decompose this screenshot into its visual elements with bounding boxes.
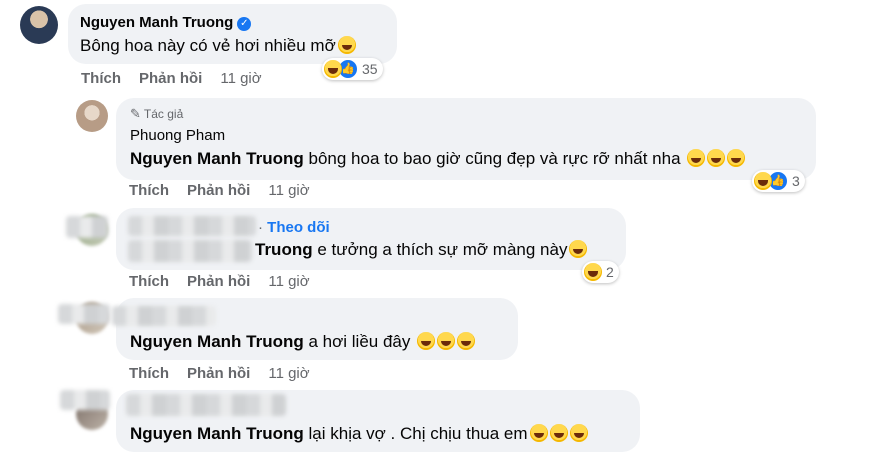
comment-author[interactable]: Nguyen Manh Truong ✓ — [80, 14, 252, 31]
author-badge: ✎ Tác giả — [130, 106, 183, 122]
comment-body: lại khịa vợ . Chị chịu thua em — [303, 424, 528, 443]
redacted-name — [112, 306, 216, 326]
emoji-icon — [687, 149, 706, 167]
emoji-icon — [707, 149, 726, 167]
reactions-summary[interactable]: 2 — [582, 261, 619, 283]
reply-button[interactable]: Phản hồi — [187, 365, 250, 382]
emoji-icon — [529, 424, 548, 442]
like-button[interactable]: Thích — [129, 273, 169, 290]
reaction-count: 2 — [606, 264, 614, 280]
comment-actions: Thích Phản hồi 11 giờ — [129, 182, 310, 199]
emoji-icon — [549, 424, 568, 442]
comment-actions: Thích Phản hồi 11 giờ — [129, 273, 310, 290]
redacted-block — [60, 390, 110, 410]
redacted-name — [128, 216, 256, 236]
timestamp[interactable]: 11 giờ — [268, 182, 309, 199]
haha-icon — [324, 60, 342, 78]
avatar[interactable] — [76, 100, 108, 132]
reactions-summary[interactable]: 👍 3 — [752, 170, 805, 192]
comment-author[interactable]: Phuong Pham — [130, 127, 225, 144]
comment-body: bông hoa to bao giờ cũng đẹp và rực rỡ n… — [303, 149, 681, 168]
reply-button[interactable]: Phản hồi — [139, 70, 202, 87]
like-button[interactable]: Thích — [129, 182, 169, 199]
comment-actions: Thích Phản hồi 11 giờ — [81, 70, 262, 87]
comment-text: Truong e tưởng a thích sự mỡ màng này — [255, 240, 588, 260]
follow-link[interactable]: · Theo dõi — [258, 219, 330, 236]
mention-link[interactable]: Nguyen Manh Truong — [130, 424, 304, 443]
like-button[interactable]: Thích — [81, 70, 121, 87]
comment-body: e tưởng a thích sự mỡ màng này — [312, 240, 568, 259]
redacted-block — [58, 304, 110, 324]
like-button[interactable]: Thích — [129, 365, 169, 382]
haha-icon — [754, 172, 772, 190]
emoji-icon — [569, 240, 588, 258]
reactions-summary[interactable]: 👍 35 — [322, 58, 383, 80]
comment-actions: Thích Phản hồi 11 giờ — [129, 365, 310, 382]
emoji-icon — [437, 332, 456, 350]
comment-text: Bông hoa này có vẻ hơi nhiều mỡ — [80, 36, 356, 56]
emoji-icon — [727, 149, 746, 167]
emoji-icon — [337, 36, 356, 54]
mention-link[interactable]: Truong — [255, 240, 313, 259]
comment-text: Nguyen Manh Truong bông hoa to bao giờ c… — [130, 149, 746, 169]
mention-link[interactable]: Nguyen Manh Truong — [130, 149, 304, 168]
comment-body: a hơi liều đây — [303, 332, 411, 351]
timestamp[interactable]: 11 giờ — [220, 70, 261, 87]
author-badge-label: Tác giả — [143, 107, 184, 121]
comment-text: Nguyen Manh Truong a hơi liều đây — [130, 332, 476, 352]
redacted-mention — [128, 240, 252, 262]
verified-badge-icon: ✓ — [237, 17, 252, 31]
emoji-icon — [569, 424, 588, 442]
timestamp[interactable]: 11 giờ — [268, 273, 309, 290]
timestamp[interactable]: 11 giờ — [268, 365, 309, 382]
follow-label[interactable]: Theo dõi — [267, 219, 330, 236]
redacted-block — [66, 216, 108, 238]
comment-body: Bông hoa này có vẻ hơi nhiều mỡ — [80, 36, 336, 55]
mention-link[interactable]: Nguyen Manh Truong — [130, 332, 304, 351]
haha-icon — [584, 263, 602, 281]
reply-button[interactable]: Phản hồi — [187, 182, 250, 199]
reaction-count: 35 — [362, 61, 378, 77]
reply-button[interactable]: Phản hồi — [187, 273, 250, 290]
emoji-icon — [457, 332, 476, 350]
author-name[interactable]: Nguyen Manh Truong — [80, 14, 233, 31]
redacted-name — [126, 394, 286, 416]
comment-text: Nguyen Manh Truong lại khịa vợ . Chị chị… — [130, 424, 588, 444]
emoji-icon — [417, 332, 436, 350]
avatar[interactable] — [20, 6, 58, 44]
pencil-icon: ✎ — [130, 106, 141, 121]
reaction-count: 3 — [792, 173, 800, 189]
